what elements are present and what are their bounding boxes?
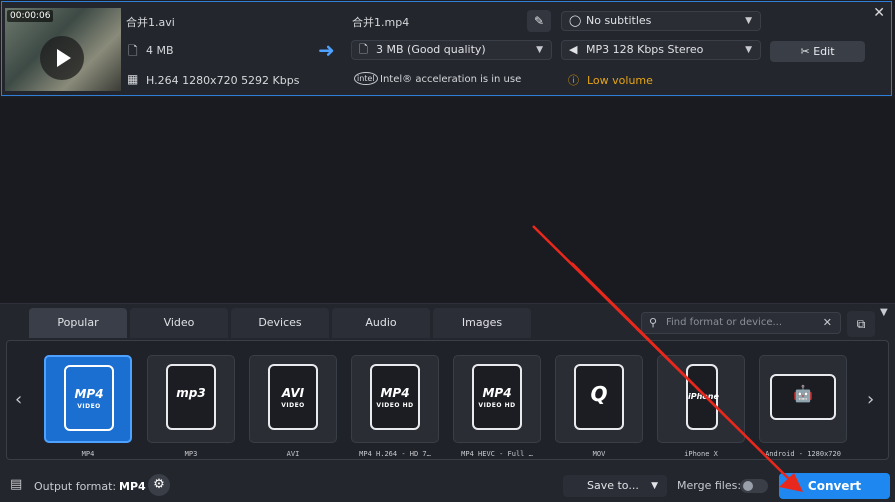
iphone-icon: iPhone xyxy=(686,364,719,430)
android-tablet-icon: 🤖 xyxy=(770,374,836,420)
format-search-input[interactable]: ⚲ Find format or device... ✕ xyxy=(641,312,841,334)
format-caption: AVI xyxy=(286,450,300,458)
chevron-down-icon: ▼ xyxy=(745,45,752,55)
search-placeholder: Find format or device... xyxy=(666,317,783,328)
warning-icon: ⓘ xyxy=(568,74,579,87)
format-card-mp4-hevc[interactable]: MP4 VIDEO HD xyxy=(453,355,541,443)
format-card-mov[interactable]: Q xyxy=(555,355,643,443)
close-icon[interactable]: ✕ xyxy=(873,5,885,21)
format-settings-button[interactable]: ⚙ xyxy=(148,474,170,496)
chevron-down-icon: ▼ xyxy=(651,481,658,491)
file-size-icon: 🗋 xyxy=(128,44,138,58)
output-size-value: 3 MB (Good quality) xyxy=(376,43,486,56)
format-sub: VIDEO HD xyxy=(478,402,516,409)
merge-files-label: Merge files: xyxy=(677,479,742,492)
tab-audio[interactable]: Audio xyxy=(332,308,430,338)
output-format-label: Output format: xyxy=(34,480,117,493)
carousel-next-icon[interactable]: › xyxy=(867,389,874,410)
mp4-format-icon: MP4 VIDEO xyxy=(64,365,114,431)
audio-dropdown[interactable]: ◀ MP3 128 Kbps Stereo ▼ xyxy=(561,40,761,60)
format-card-avi[interactable]: AVI VIDEO xyxy=(249,355,337,443)
speaker-icon: ◀ xyxy=(569,43,578,56)
output-format-icon: ▤ xyxy=(10,477,23,492)
acceleration-status: Intel® acceleration is in use xyxy=(380,74,522,85)
output-size-dropdown[interactable]: 🗋 3 MB (Good quality) ▼ xyxy=(351,40,552,60)
source-size: 4 MB xyxy=(146,44,174,57)
video-thumbnail[interactable]: 00:00:06 xyxy=(5,8,121,91)
tab-popular[interactable]: Popular xyxy=(29,308,127,338)
edit-label: Edit xyxy=(813,45,835,58)
convert-button[interactable]: Convert xyxy=(779,473,890,499)
chevron-down-icon: ▼ xyxy=(536,45,543,55)
mp3-format-icon: mp3 xyxy=(166,364,216,430)
format-sub: VIDEO xyxy=(281,402,305,409)
format-caption: MP4 xyxy=(81,450,95,458)
format-card-mp3[interactable]: mp3 xyxy=(147,355,235,443)
format-caption: MP3 xyxy=(184,450,198,458)
search-icon: ⚲ xyxy=(649,316,658,329)
format-sub: VIDEO xyxy=(77,403,101,410)
footer-bar: ▤ Output format: MP4 ⚙ Save to... ▼ Merg… xyxy=(0,469,895,501)
gear-icon: ⚙ xyxy=(153,477,165,492)
subtitles-value: No subtitles xyxy=(586,14,652,27)
mp4-hevc-format-icon: MP4 VIDEO HD xyxy=(472,364,522,430)
detect-device-button[interactable]: ⧉ xyxy=(847,311,875,337)
format-card-mp4[interactable]: MP4 VIDEO xyxy=(44,355,132,443)
mp4-hd-format-icon: MP4 VIDEO HD xyxy=(370,364,420,430)
output-filename: 合并1.mp4 xyxy=(352,16,410,29)
format-caption: MP4 HEVC - Full … xyxy=(461,450,533,458)
collapse-panel-icon[interactable]: ▼ xyxy=(880,307,888,318)
source-info: H.264 1280x720 5292 Kbps xyxy=(146,74,300,87)
play-icon[interactable] xyxy=(40,36,84,80)
carousel-prev-icon[interactable]: ‹ xyxy=(15,389,22,410)
format-badge: iPhone xyxy=(688,392,719,401)
tab-images[interactable]: Images xyxy=(433,308,531,338)
format-caption: Android - 1280x720 xyxy=(765,450,841,458)
format-badge: mp3 xyxy=(176,386,206,400)
subtitles-dropdown[interactable]: ◯ No subtitles ▼ xyxy=(561,11,761,31)
thumbnail-time: 00:00:06 xyxy=(7,10,54,22)
avi-format-icon: AVI VIDEO xyxy=(268,364,318,430)
edit-button[interactable]: ✂ Edit xyxy=(770,41,865,62)
save-to-dropdown[interactable]: Save to... ▼ xyxy=(563,475,667,497)
speech-bubble-icon: ◯ xyxy=(569,14,582,27)
intel-icon: intel xyxy=(354,72,378,85)
audio-value: MP3 128 Kbps Stereo xyxy=(586,43,704,56)
format-badge: MP4 xyxy=(380,386,410,400)
save-to-label: Save to... xyxy=(587,479,639,492)
output-format-value: MP4 xyxy=(119,480,146,493)
format-badge: Q xyxy=(590,382,608,406)
device-search-icon: ⧉ xyxy=(856,317,866,331)
tools-icon: ✂ xyxy=(800,45,810,58)
format-card-android[interactable]: 🤖 xyxy=(759,355,847,443)
format-badge: MP4 xyxy=(482,386,512,400)
clear-icon[interactable]: ✕ xyxy=(823,313,832,333)
format-sub: VIDEO HD xyxy=(376,402,414,409)
source-filename: 合并1.avi xyxy=(126,16,175,29)
file-row[interactable]: 00:00:06 合并1.avi 🗋 4 MB ▦ H.264 1280x720… xyxy=(1,1,892,96)
format-card-mp4-h264-hd[interactable]: MP4 VIDEO HD xyxy=(351,355,439,443)
low-volume-warning[interactable]: Low volume xyxy=(587,74,653,87)
format-badge: 🤖 xyxy=(793,384,813,403)
format-badge: MP4 xyxy=(74,387,104,401)
convert-arrow-icon: ➜ xyxy=(318,38,335,62)
file-icon: 🗋 xyxy=(359,43,368,56)
video-info-icon: ▦ xyxy=(127,72,139,86)
format-badge: AVI xyxy=(281,386,305,400)
format-card-iphone-x[interactable]: iPhone xyxy=(657,355,745,443)
format-caption: iPhone X xyxy=(684,450,718,458)
format-caption: MOV xyxy=(592,450,606,458)
pencil-icon: ✎ xyxy=(533,14,545,28)
merge-files-toggle[interactable] xyxy=(740,479,768,493)
tab-devices[interactable]: Devices xyxy=(231,308,329,338)
file-list-area[interactable] xyxy=(0,98,895,303)
rename-button[interactable]: ✎ xyxy=(527,10,551,32)
chevron-down-icon: ▼ xyxy=(745,16,752,26)
tab-video[interactable]: Video xyxy=(130,308,228,338)
quicktime-icon: Q xyxy=(574,364,624,430)
format-carousel xyxy=(6,340,889,460)
format-caption: MP4 H.264 - HD 7… xyxy=(359,450,431,458)
